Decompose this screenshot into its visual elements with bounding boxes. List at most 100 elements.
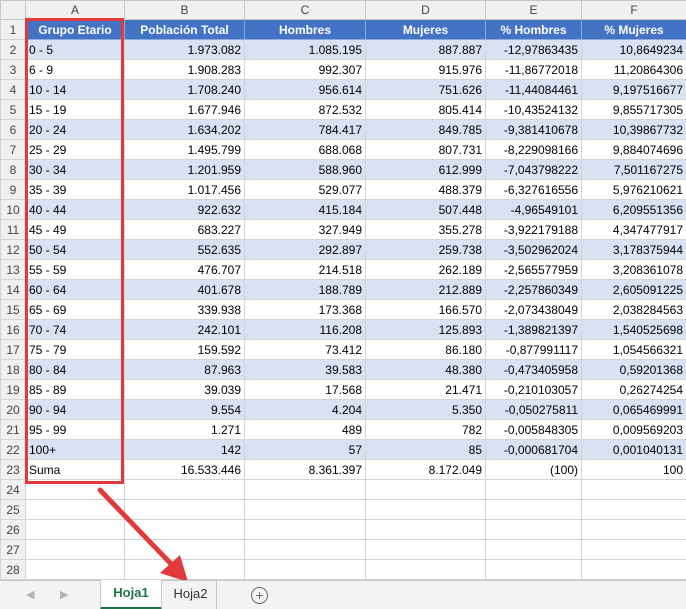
cell-d[interactable]: 751.626 — [365, 79, 486, 100]
empty-cell[interactable] — [581, 539, 686, 560]
column-header-f[interactable]: F — [581, 0, 686, 20]
cell-a[interactable]: 6 - 9 — [25, 59, 125, 80]
cell-b[interactable]: 87.963 — [124, 359, 245, 380]
cell-e[interactable]: -11,44084461 — [485, 79, 582, 100]
row-header[interactable]: 28 — [0, 559, 26, 580]
cell-d[interactable]: 488.379 — [365, 179, 486, 200]
empty-cell[interactable] — [581, 499, 686, 520]
cell-a[interactable]: 65 - 69 — [25, 299, 125, 320]
cell-a[interactable]: 90 - 94 — [25, 399, 125, 420]
cell-f[interactable]: 5,976210621 — [581, 179, 686, 200]
cell-a[interactable]: 60 - 64 — [25, 279, 125, 300]
cell-d[interactable]: 915.976 — [365, 59, 486, 80]
cell-b[interactable]: 1.017.456 — [124, 179, 245, 200]
cell-e[interactable]: -3,502962024 — [485, 239, 582, 260]
row-header[interactable]: 9 — [0, 179, 26, 200]
empty-cell[interactable] — [365, 479, 486, 500]
cell-b[interactable]: 1.677.946 — [124, 99, 245, 120]
cell-b[interactable]: 922.632 — [124, 199, 245, 220]
cell-a[interactable]: 10 - 14 — [25, 79, 125, 100]
cell-b[interactable]: 401.678 — [124, 279, 245, 300]
cell-d[interactable]: 86.180 — [365, 339, 486, 360]
cell-c[interactable]: 327.949 — [244, 219, 366, 240]
previous-sheet-icon[interactable]: ◀ — [26, 588, 34, 601]
cell-e[interactable]: -6,327616556 — [485, 179, 582, 200]
cell-a[interactable]: 0 - 5 — [25, 39, 125, 60]
cell-b[interactable]: 1.271 — [124, 419, 245, 440]
cell-c[interactable]: 784.417 — [244, 119, 366, 140]
cell-e[interactable]: -11,86772018 — [485, 59, 582, 80]
cell-b[interactable]: 476.707 — [124, 259, 245, 280]
empty-cell[interactable] — [25, 499, 125, 520]
next-sheet-icon[interactable]: ▶ — [60, 588, 68, 601]
cell-a[interactable]: 50 - 54 — [25, 239, 125, 260]
cell-b[interactable]: 1.708.240 — [124, 79, 245, 100]
empty-cell[interactable] — [581, 559, 686, 580]
cell-c[interactable]: 292.897 — [244, 239, 366, 260]
empty-cell[interactable] — [485, 559, 582, 580]
row-header[interactable]: 7 — [0, 139, 26, 160]
empty-cell[interactable] — [485, 519, 582, 540]
cell-d[interactable]: 212.889 — [365, 279, 486, 300]
cell-e[interactable]: -9,381410678 — [485, 119, 582, 140]
sum-cell-e[interactable]: (100) — [485, 459, 582, 480]
row-header[interactable]: 27 — [0, 539, 26, 560]
cell-e[interactable]: -2,565577959 — [485, 259, 582, 280]
cell-e[interactable]: -10,43524132 — [485, 99, 582, 120]
cell-e[interactable]: -1,389821397 — [485, 319, 582, 340]
cell-d[interactable]: 355.278 — [365, 219, 486, 240]
empty-cell[interactable] — [485, 499, 582, 520]
cell-e[interactable]: -8,229098166 — [485, 139, 582, 160]
cell-f[interactable]: 1,054566321 — [581, 339, 686, 360]
empty-cell[interactable] — [124, 499, 245, 520]
cell-a[interactable]: 75 - 79 — [25, 339, 125, 360]
cell-b[interactable]: 1.973.082 — [124, 39, 245, 60]
empty-cell[interactable] — [25, 559, 125, 580]
sheet-tab-hoja2[interactable]: Hoja2 — [165, 581, 217, 609]
cell-e[interactable]: -0,005848305 — [485, 419, 582, 440]
cell-b[interactable]: 1.908.283 — [124, 59, 245, 80]
cell-b[interactable]: 242.101 — [124, 319, 245, 340]
cell-c[interactable]: 73.412 — [244, 339, 366, 360]
sum-cell-a[interactable]: Suma — [25, 459, 125, 480]
cell-c[interactable]: 415.184 — [244, 199, 366, 220]
cell-a[interactable]: 80 - 84 — [25, 359, 125, 380]
cell-b[interactable]: 159.592 — [124, 339, 245, 360]
sheet-tab-hoja1[interactable]: Hoja1 — [100, 580, 162, 609]
row-header[interactable]: 12 — [0, 239, 26, 260]
cell-e[interactable]: -0,210103057 — [485, 379, 582, 400]
cell-c[interactable]: 214.518 — [244, 259, 366, 280]
cell-d[interactable]: 259.738 — [365, 239, 486, 260]
cell-d[interactable]: 85 — [365, 439, 486, 460]
cell-e[interactable]: -4,96549101 — [485, 199, 582, 220]
cell-d[interactable]: 21.471 — [365, 379, 486, 400]
cell-a[interactable]: 35 - 39 — [25, 179, 125, 200]
column-header-d[interactable]: D — [365, 0, 486, 20]
row-header[interactable]: 23 — [0, 459, 26, 480]
cell-a[interactable]: 30 - 34 — [25, 159, 125, 180]
cell-d[interactable]: 849.785 — [365, 119, 486, 140]
row-header[interactable]: 26 — [0, 519, 26, 540]
cell-f[interactable]: 9,197516677 — [581, 79, 686, 100]
row-header[interactable]: 14 — [0, 279, 26, 300]
cell-c[interactable]: 57 — [244, 439, 366, 460]
row-header[interactable]: 18 — [0, 359, 26, 380]
row-header[interactable]: 11 — [0, 219, 26, 240]
row-header[interactable]: 1 — [0, 19, 26, 40]
row-header[interactable]: 8 — [0, 159, 26, 180]
empty-cell[interactable] — [365, 519, 486, 540]
empty-cell[interactable] — [365, 499, 486, 520]
cell-c[interactable]: 4.204 — [244, 399, 366, 420]
row-header[interactable]: 13 — [0, 259, 26, 280]
cell-d[interactable]: 887.887 — [365, 39, 486, 60]
row-header[interactable]: 3 — [0, 59, 26, 80]
row-header[interactable]: 6 — [0, 119, 26, 140]
row-header[interactable]: 5 — [0, 99, 26, 120]
cell-a[interactable]: 55 - 59 — [25, 259, 125, 280]
column-header-c[interactable]: C — [244, 0, 366, 20]
cell-b[interactable]: 339.938 — [124, 299, 245, 320]
cell-a[interactable]: 100+ — [25, 439, 125, 460]
empty-cell[interactable] — [485, 479, 582, 500]
row-header[interactable]: 25 — [0, 499, 26, 520]
cell-f[interactable]: 1,540525698 — [581, 319, 686, 340]
